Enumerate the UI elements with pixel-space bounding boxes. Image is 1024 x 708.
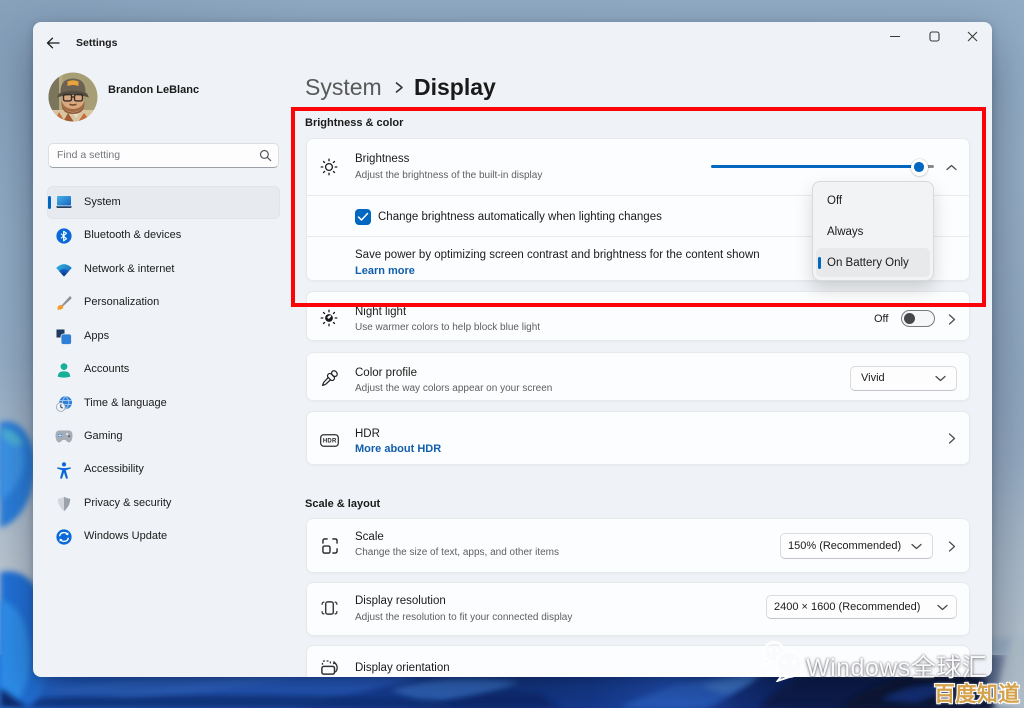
svg-text:HDR: HDR [323, 438, 337, 444]
